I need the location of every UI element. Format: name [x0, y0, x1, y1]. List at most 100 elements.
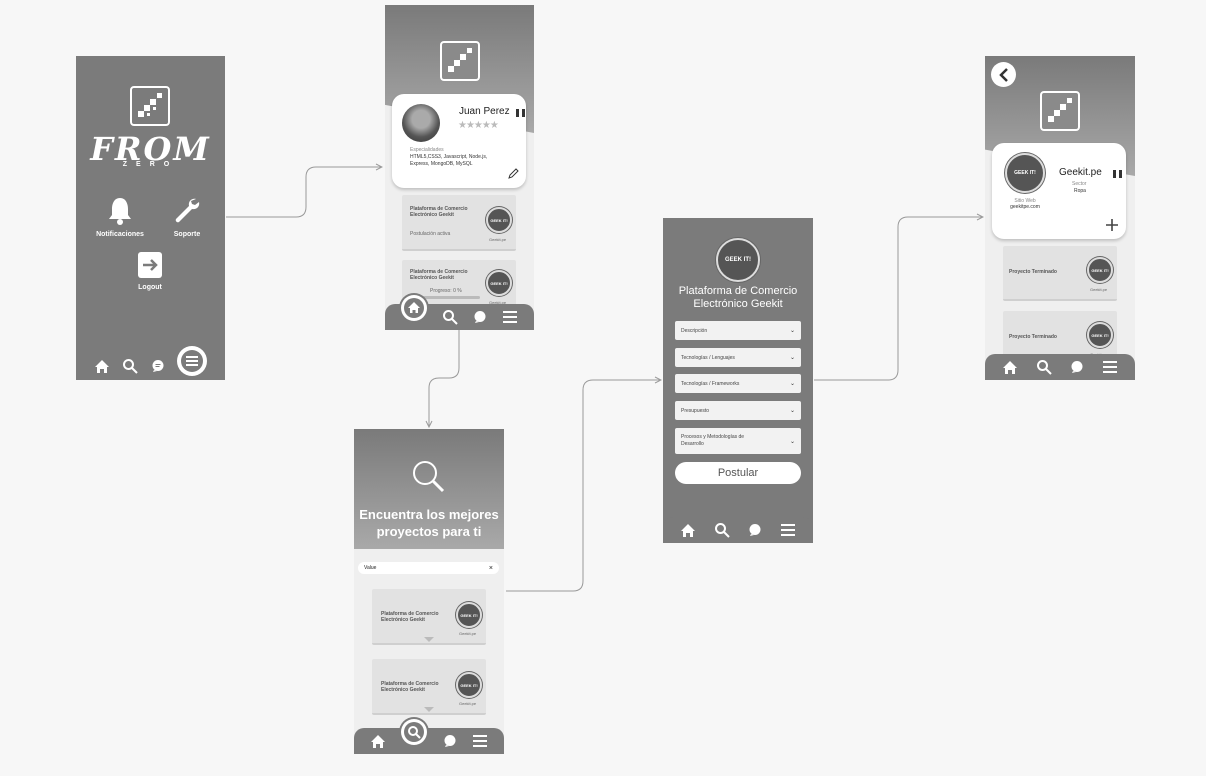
menu-icon[interactable]	[502, 310, 518, 324]
project-title: Plataforma de Comercio Electrónico Geeki…	[410, 206, 468, 218]
clear-icon[interactable]: ×	[489, 565, 493, 572]
support-label: Soporte	[173, 231, 201, 238]
search-headline: Encuentra los mejores proyectos para ti	[359, 507, 499, 539]
dropdown-label: Presupuesto	[681, 407, 710, 414]
chevron-down-icon[interactable]	[424, 707, 434, 712]
search-icon[interactable]	[714, 522, 730, 538]
bottom-nav	[385, 295, 534, 330]
specialties-value: HTML5,CSS3, Javascript, Node.js, Express…	[410, 154, 488, 167]
company-card: GEEK IT! Sitio Web geekitpe.com Geekit.p…	[992, 143, 1126, 239]
company-badge-icon: GEEK IT!	[716, 238, 760, 282]
result-card-1[interactable]: Plataforma de Comercio Electrónico Geeki…	[372, 589, 486, 645]
result-company: Geekit.pe	[459, 631, 477, 636]
notifications-label: Notificaciones	[96, 231, 144, 238]
screen-company-profile: GEEK IT! Sitio Web geekitpe.com Geekit.p…	[985, 56, 1135, 380]
dropdown-label: Procesos y Metodologías de Desarrollo	[681, 434, 745, 447]
project-company: Geekit.pe	[489, 237, 507, 242]
chat-icon[interactable]	[473, 310, 487, 324]
brand-subtitle: ZERO	[122, 161, 179, 168]
project-card-1[interactable]: Plataforma de Comercio Electrónico Geeki…	[402, 195, 516, 251]
dropdown-languages[interactable]: Tecnologías / Lenguajes ⌄	[675, 348, 801, 367]
dropdown-description[interactable]: Descripción ⌄	[675, 321, 801, 340]
chat-icon[interactable]	[1070, 360, 1084, 374]
company-logo-icon: GEEK IT!	[1005, 153, 1045, 193]
result-card-2[interactable]: Plataforma de Comercio Electrónico Geeki…	[372, 659, 486, 715]
add-icon[interactable]	[1106, 219, 1118, 231]
result-company: Geekit.pe	[459, 701, 477, 706]
project-status: Postulación activa	[410, 231, 451, 237]
home-button-active[interactable]	[400, 295, 427, 321]
avatar	[402, 104, 440, 142]
home-icon[interactable]	[370, 734, 386, 749]
back-button[interactable]	[991, 62, 1016, 87]
progress-bar	[420, 296, 480, 299]
menu-icon[interactable]	[1102, 360, 1118, 374]
website-value[interactable]: geekitpe.com	[998, 204, 1052, 210]
bottom-nav	[354, 719, 504, 754]
chevron-down-icon: ⌄	[789, 408, 795, 414]
screen-project-detail: GEEK IT! Plataforma de Comercio Electrón…	[663, 218, 813, 543]
project-card-1[interactable]: Proyecto Terminado GEEK IT! Geekit.pe	[1003, 246, 1117, 301]
dropdown-budget[interactable]: Presupuesto ⌄	[675, 401, 801, 420]
logo-stairs-icon	[1048, 98, 1072, 122]
flag-icon	[516, 109, 525, 117]
sector-label: Sector	[1072, 181, 1087, 187]
company-badge-icon: GEEK IT!	[486, 207, 512, 233]
menu-icon	[180, 350, 203, 372]
dropdown-processes[interactable]: Procesos y Metodologías de Desarrollo ⌄	[675, 428, 801, 454]
edit-icon[interactable]	[507, 168, 519, 180]
chevron-left-icon	[998, 67, 1008, 82]
connector-search-to-project	[506, 380, 661, 592]
connector-login-to-profile	[226, 167, 382, 218]
specialties-label: Especialidades	[410, 147, 444, 153]
company-badge-icon: GEEK IT!	[1087, 322, 1113, 348]
sector-value: Ropa	[1074, 188, 1086, 194]
chat-icon[interactable]	[443, 734, 457, 748]
notifications-button[interactable]: Notificaciones	[92, 196, 148, 238]
bottom-nav	[76, 346, 225, 380]
menu-icon[interactable]	[472, 734, 488, 748]
search-input[interactable]: Value ×	[358, 562, 499, 574]
home-icon[interactable]	[680, 523, 696, 538]
app-logo	[130, 86, 170, 126]
chat-icon[interactable]	[151, 359, 165, 373]
search-icon[interactable]	[1036, 359, 1052, 375]
connector-project-to-company	[814, 217, 983, 381]
menu-button-active[interactable]	[176, 346, 207, 376]
home-icon[interactable]	[1002, 360, 1018, 375]
logout-label: Logout	[138, 284, 162, 291]
search-icon[interactable]	[442, 309, 458, 325]
company-badge-icon: GEEK IT!	[486, 270, 512, 296]
dropdown-frameworks[interactable]: Tecnologías / Frameworks ⌄	[675, 374, 801, 393]
apply-button[interactable]: Postular	[675, 462, 801, 484]
chevron-down-icon: ⌄	[789, 438, 795, 445]
screen-profile: Juan Perez ★★★★★ Especialidades HTML5,CS…	[385, 5, 534, 330]
flag-icon	[1113, 170, 1122, 178]
logout-button[interactable]: Logout	[128, 251, 172, 291]
home-icon[interactable]	[94, 359, 110, 374]
company-name: Geekit.pe	[1059, 167, 1102, 178]
support-button[interactable]: Soporte	[160, 196, 214, 238]
project-title: Proyecto Terminado	[1009, 334, 1057, 340]
bottom-nav	[663, 517, 813, 543]
company-badge-icon: GEEK IT!	[456, 602, 482, 628]
search-button-active[interactable]	[401, 719, 428, 745]
screen-search: Encuentra los mejores proyectos para ti …	[354, 429, 504, 754]
connector-profile-to-search	[429, 330, 460, 427]
app-logo	[440, 41, 480, 81]
screen-menu: FROM ZERO Notificaciones Soporte Logout	[76, 56, 225, 380]
search-icon	[404, 722, 425, 742]
chevron-down-icon: ⌄	[789, 328, 795, 334]
dropdown-label: Descripción	[681, 327, 708, 334]
search-icon[interactable]	[122, 358, 139, 374]
result-title: Plataforma de Comercio Electrónico Geeki…	[381, 681, 439, 693]
logout-icon	[138, 252, 162, 278]
bell-icon	[109, 198, 131, 225]
chevron-down-icon[interactable]	[424, 637, 434, 642]
menu-icon[interactable]	[780, 523, 796, 537]
progress-label: Progreso: 0 %	[430, 288, 462, 294]
rating-stars: ★★★★★	[458, 120, 499, 131]
chat-icon[interactable]	[748, 523, 762, 537]
project-title: Proyecto Terminado	[1009, 269, 1057, 275]
search-icon	[413, 461, 445, 493]
